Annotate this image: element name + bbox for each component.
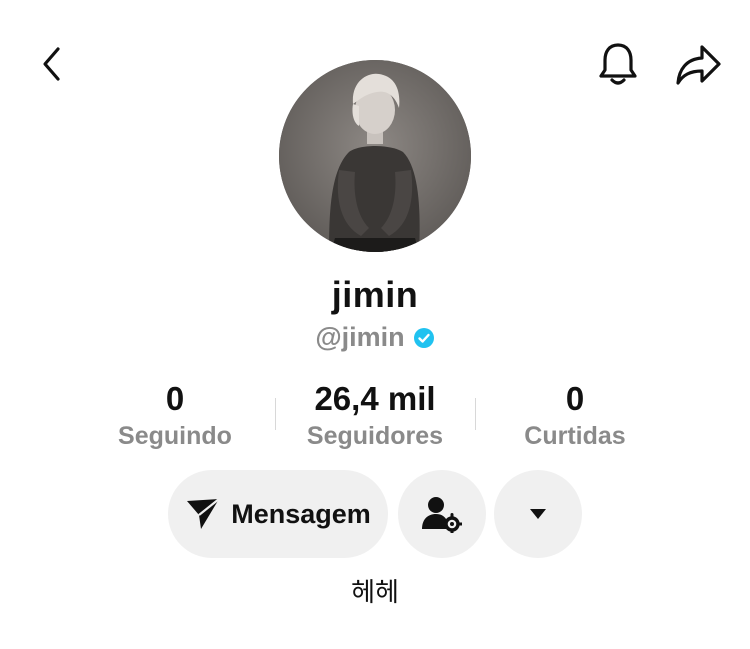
back-button[interactable]	[34, 44, 70, 84]
more-options-button[interactable]	[494, 470, 582, 558]
user-gear-icon	[422, 497, 462, 533]
bell-icon	[599, 43, 637, 85]
bio-text: 헤헤	[351, 578, 399, 608]
stat-likes[interactable]: 0 Curtidas	[475, 378, 675, 452]
share-button[interactable]	[672, 40, 724, 90]
caret-down-icon	[530, 509, 546, 519]
stat-label: Seguindo	[118, 422, 232, 450]
handle-row: @jimin	[0, 322, 750, 353]
notifications-button[interactable]	[594, 38, 642, 90]
message-label: Mensagem	[231, 498, 371, 529]
share-arrow-icon	[676, 45, 721, 85]
send-icon	[187, 498, 220, 529]
stats-divider	[475, 398, 476, 430]
stat-following[interactable]: 0 Seguindo	[75, 378, 275, 452]
chevron-left-icon	[43, 47, 60, 81]
avatar[interactable]	[279, 60, 471, 252]
verified-badge-icon	[413, 327, 434, 348]
stats-divider	[275, 398, 276, 430]
handle: @jimin	[315, 322, 405, 352]
stat-label: Seguidores	[306, 422, 444, 450]
stat-followers[interactable]: 26,4 mil Seguidores	[275, 378, 475, 452]
message-button[interactable]: Mensagem	[168, 470, 388, 558]
stats-bar: 0 Seguindo 26,4 mil Seguidores 0 Curtida…	[0, 378, 750, 458]
profile-photo	[279, 60, 471, 252]
friend-settings-button[interactable]	[398, 470, 486, 558]
stat-value: 26,4 mil	[314, 380, 436, 417]
stat-value: 0	[565, 380, 585, 417]
stat-label: Curtidas	[524, 422, 626, 450]
display-name: jimin	[331, 274, 419, 315]
stat-value: 0	[165, 380, 185, 417]
